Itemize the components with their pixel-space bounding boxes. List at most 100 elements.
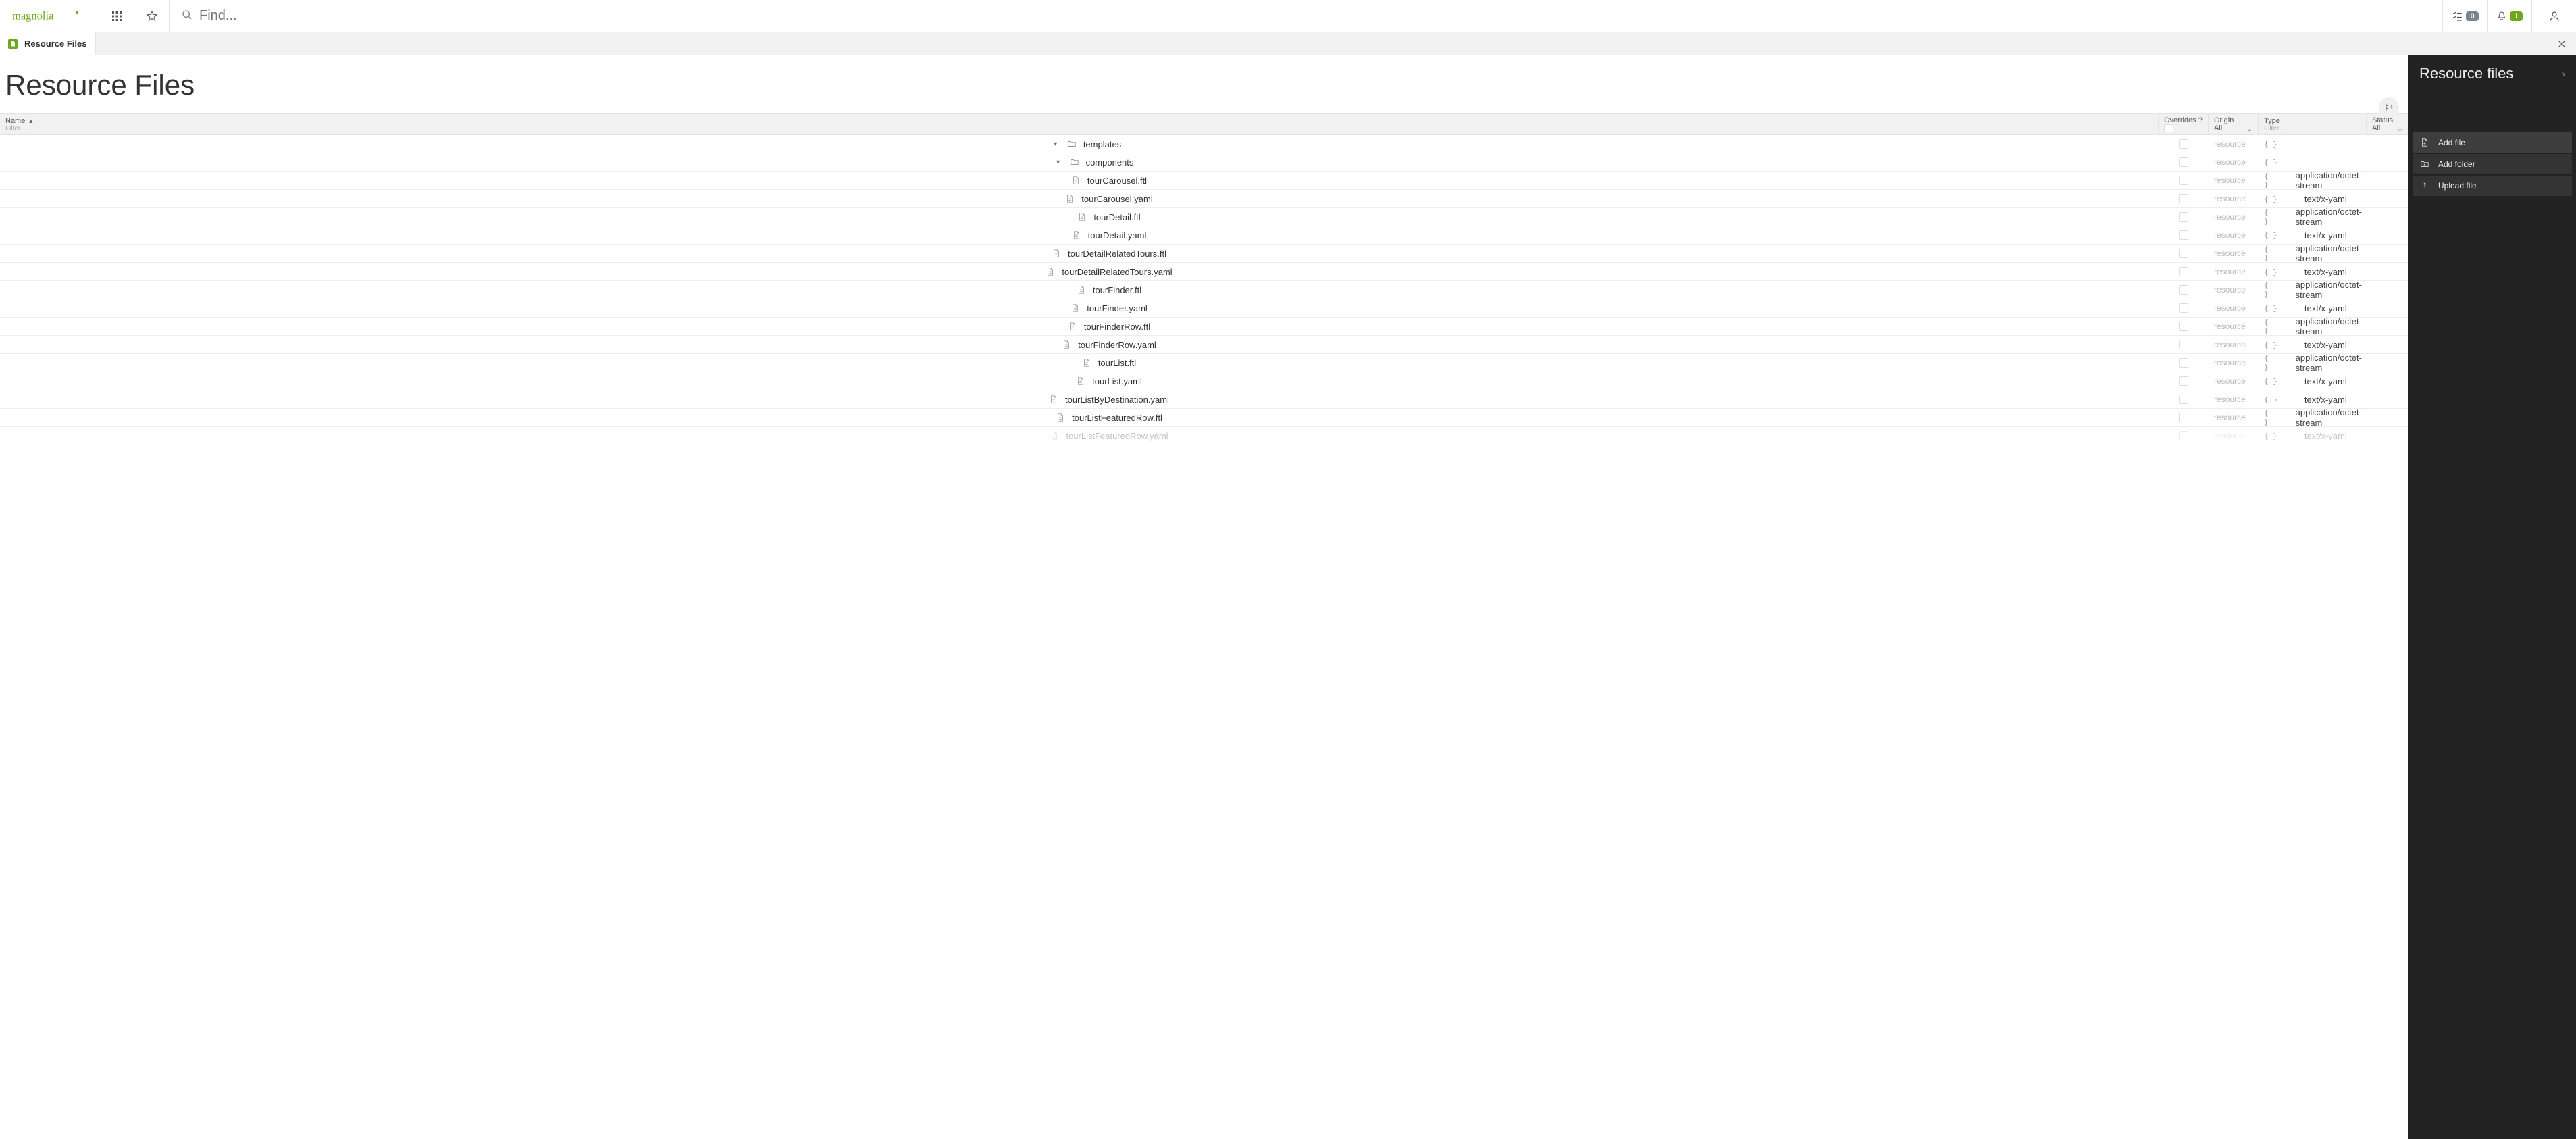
table-row[interactable]: tourFinderRow.ftlresource{ }application/… [0, 318, 2408, 336]
mime-type: text/x-yaml [2304, 194, 2347, 204]
table-row[interactable]: tourDetailRelatedTours.yamlresource{ }te… [0, 263, 2408, 281]
overrides-checkbox[interactable] [2179, 322, 2188, 331]
file-icon [1052, 249, 1061, 258]
cell-overrides [2159, 409, 2209, 426]
node-name: tourDetailRelatedTours.yaml [1062, 267, 1172, 277]
tasks-icon [2451, 10, 2463, 22]
overrides-checkbox[interactable] [2179, 358, 2188, 368]
app-tab-resource-files[interactable]: Resource Files [0, 32, 96, 55]
braces-icon: { } [2264, 195, 2277, 203]
file-icon [1065, 194, 1075, 203]
column-header-type[interactable]: Type Filter... [2259, 114, 2367, 134]
action-add-file[interactable]: Add file [2413, 132, 2572, 153]
overrides-checkbox[interactable] [2179, 303, 2188, 313]
cell-overrides [2159, 318, 2209, 335]
tree-caret[interactable]: ▾ [1051, 141, 1060, 148]
header-right: 0 1 [2442, 0, 2576, 32]
overrides-checkbox[interactable] [2179, 176, 2188, 185]
logo[interactable]: magnolia [0, 0, 99, 32]
file-icon [1076, 376, 1085, 386]
overrides-checkbox[interactable] [2179, 267, 2188, 276]
table-row[interactable]: ▾templatesresource{ } [0, 135, 2408, 153]
node-name: tourListFeaturedRow.yaml [1066, 431, 1168, 441]
cell-origin: resource [2209, 208, 2259, 226]
table-row[interactable]: tourListFeaturedRow.ftlresource{ }applic… [0, 409, 2408, 427]
table-row[interactable]: tourFinderRow.yamlresource{ }text/x-yaml [0, 336, 2408, 354]
cell-origin: resource [2209, 281, 2259, 299]
cell-overrides [2159, 263, 2209, 280]
user-profile-button[interactable] [2531, 0, 2576, 32]
table-row[interactable]: tourFinder.yamlresource{ }text/x-yaml [0, 299, 2408, 318]
column-header-name[interactable]: Name ▲ Filter... [0, 114, 2159, 134]
bell-icon [2496, 10, 2507, 22]
cell-status [2367, 427, 2408, 445]
actions-panel: Resource files › Add file Add folderUploa… [2408, 55, 2576, 1139]
cell-overrides [2159, 226, 2209, 244]
cell-type: { } [2259, 153, 2367, 171]
search-input[interactable] [199, 8, 2442, 24]
cell-name: tourDetail.yaml [0, 226, 2159, 244]
action-label: Add file [2438, 138, 2465, 147]
overrides-filter-checkbox[interactable] [2164, 124, 2173, 132]
table-row[interactable]: tourCarousel.yamlresource{ }text/x-yaml [0, 190, 2408, 208]
close-app-button[interactable] [2548, 32, 2576, 55]
mime-type: text/x-yaml [2304, 267, 2347, 277]
resource-files-app-icon [8, 39, 18, 49]
cell-name: tourFinder.yaml [0, 299, 2159, 317]
tree-caret[interactable]: ▾ [1054, 159, 1063, 166]
cell-origin: resource [2209, 372, 2259, 390]
table-row[interactable]: tourList.ftlresource{ }application/octet… [0, 354, 2408, 372]
apps-launcher-button[interactable] [99, 0, 134, 32]
action-upload[interactable]: Upload file [2413, 176, 2572, 196]
table-row[interactable]: tourCarousel.ftlresource{ }application/o… [0, 172, 2408, 190]
cell-status [2367, 354, 2408, 372]
overrides-checkbox[interactable] [2179, 431, 2188, 440]
status-filter-select[interactable]: All⌄ [2372, 124, 2403, 133]
overrides-checkbox[interactable] [2179, 249, 2188, 258]
tasks-button[interactable]: 0 [2442, 0, 2487, 32]
action-add-folder[interactable]: Add folder [2413, 154, 2572, 174]
overrides-checkbox[interactable] [2179, 139, 2188, 149]
table-row[interactable]: tourFinder.ftlresource{ }application/oct… [0, 281, 2408, 299]
overrides-checkbox[interactable] [2179, 413, 2188, 422]
actions-panel-title: Resource files [2419, 65, 2513, 82]
table-row[interactable]: tourList.yamlresource{ }text/x-yaml [0, 372, 2408, 390]
overrides-checkbox[interactable] [2179, 212, 2188, 222]
collapse-tree-button[interactable] [2379, 97, 2399, 118]
cell-name: tourDetailRelatedTours.yaml [0, 263, 2159, 280]
favorites-button[interactable] [134, 0, 169, 32]
column-header-overrides[interactable]: Overrides ? [2159, 114, 2209, 134]
node-name: templates [1083, 139, 1121, 149]
cell-overrides [2159, 427, 2209, 445]
cell-overrides [2159, 245, 2209, 262]
actions-panel-header[interactable]: Resource files › [2408, 55, 2576, 92]
table-row[interactable]: ▾componentsresource{ } [0, 153, 2408, 172]
overrides-checkbox[interactable] [2179, 285, 2188, 295]
close-icon [2557, 39, 2567, 49]
type-filter-placeholder[interactable]: Filter... [2264, 125, 2361, 132]
table-row[interactable]: tourDetail.ftlresource{ }application/oct… [0, 208, 2408, 226]
table-row[interactable]: tourDetailRelatedTours.ftlresource{ }app… [0, 245, 2408, 263]
cell-origin: resource [2209, 135, 2259, 153]
overrides-checkbox[interactable] [2179, 395, 2188, 404]
table-row[interactable]: tourListFeaturedRow.yamlresource{ }text/… [0, 427, 2408, 445]
node-name: components [1086, 157, 1134, 168]
origin-filter-select[interactable]: All⌄ [2214, 124, 2252, 133]
user-icon [2548, 10, 2560, 22]
column-header-origin[interactable]: Origin All⌄ [2209, 114, 2259, 134]
overrides-checkbox[interactable] [2179, 194, 2188, 203]
overrides-checkbox[interactable] [2179, 230, 2188, 240]
braces-icon: { } [2264, 281, 2269, 299]
cell-name: tourListFeaturedRow.yaml [0, 427, 2159, 445]
name-filter-placeholder[interactable]: Filter... [5, 125, 2153, 132]
notifications-count-badge: 1 [2510, 11, 2522, 21]
notifications-button[interactable]: 1 [2487, 0, 2531, 32]
overrides-checkbox[interactable] [2179, 157, 2188, 167]
global-search[interactable] [169, 0, 2442, 32]
search-icon [182, 9, 192, 22]
table-row[interactable]: tourDetail.yamlresource{ }text/x-yaml [0, 226, 2408, 245]
overrides-checkbox[interactable] [2179, 340, 2188, 349]
table-row[interactable]: tourListByDestination.yamlresource{ }tex… [0, 390, 2408, 409]
overrides-checkbox[interactable] [2179, 376, 2188, 386]
grid-icon [111, 11, 122, 22]
